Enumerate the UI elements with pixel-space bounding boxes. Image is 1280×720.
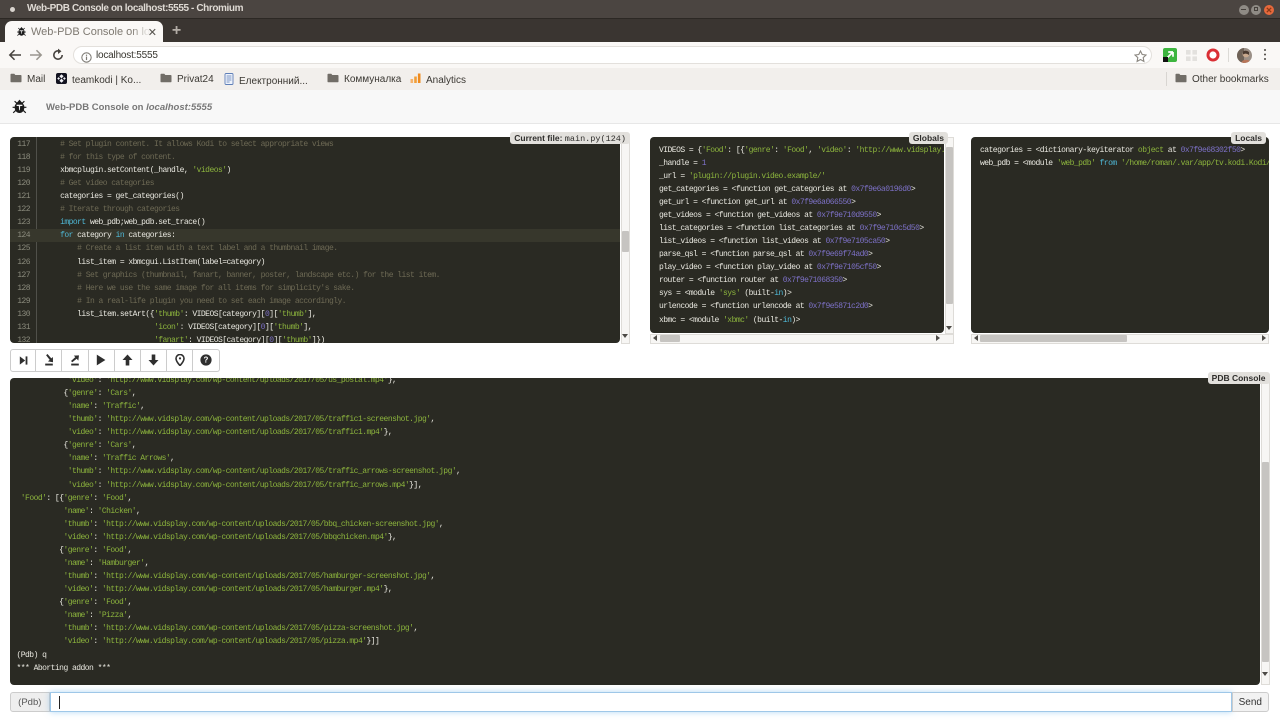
svg-text:?: ? [203,356,208,365]
